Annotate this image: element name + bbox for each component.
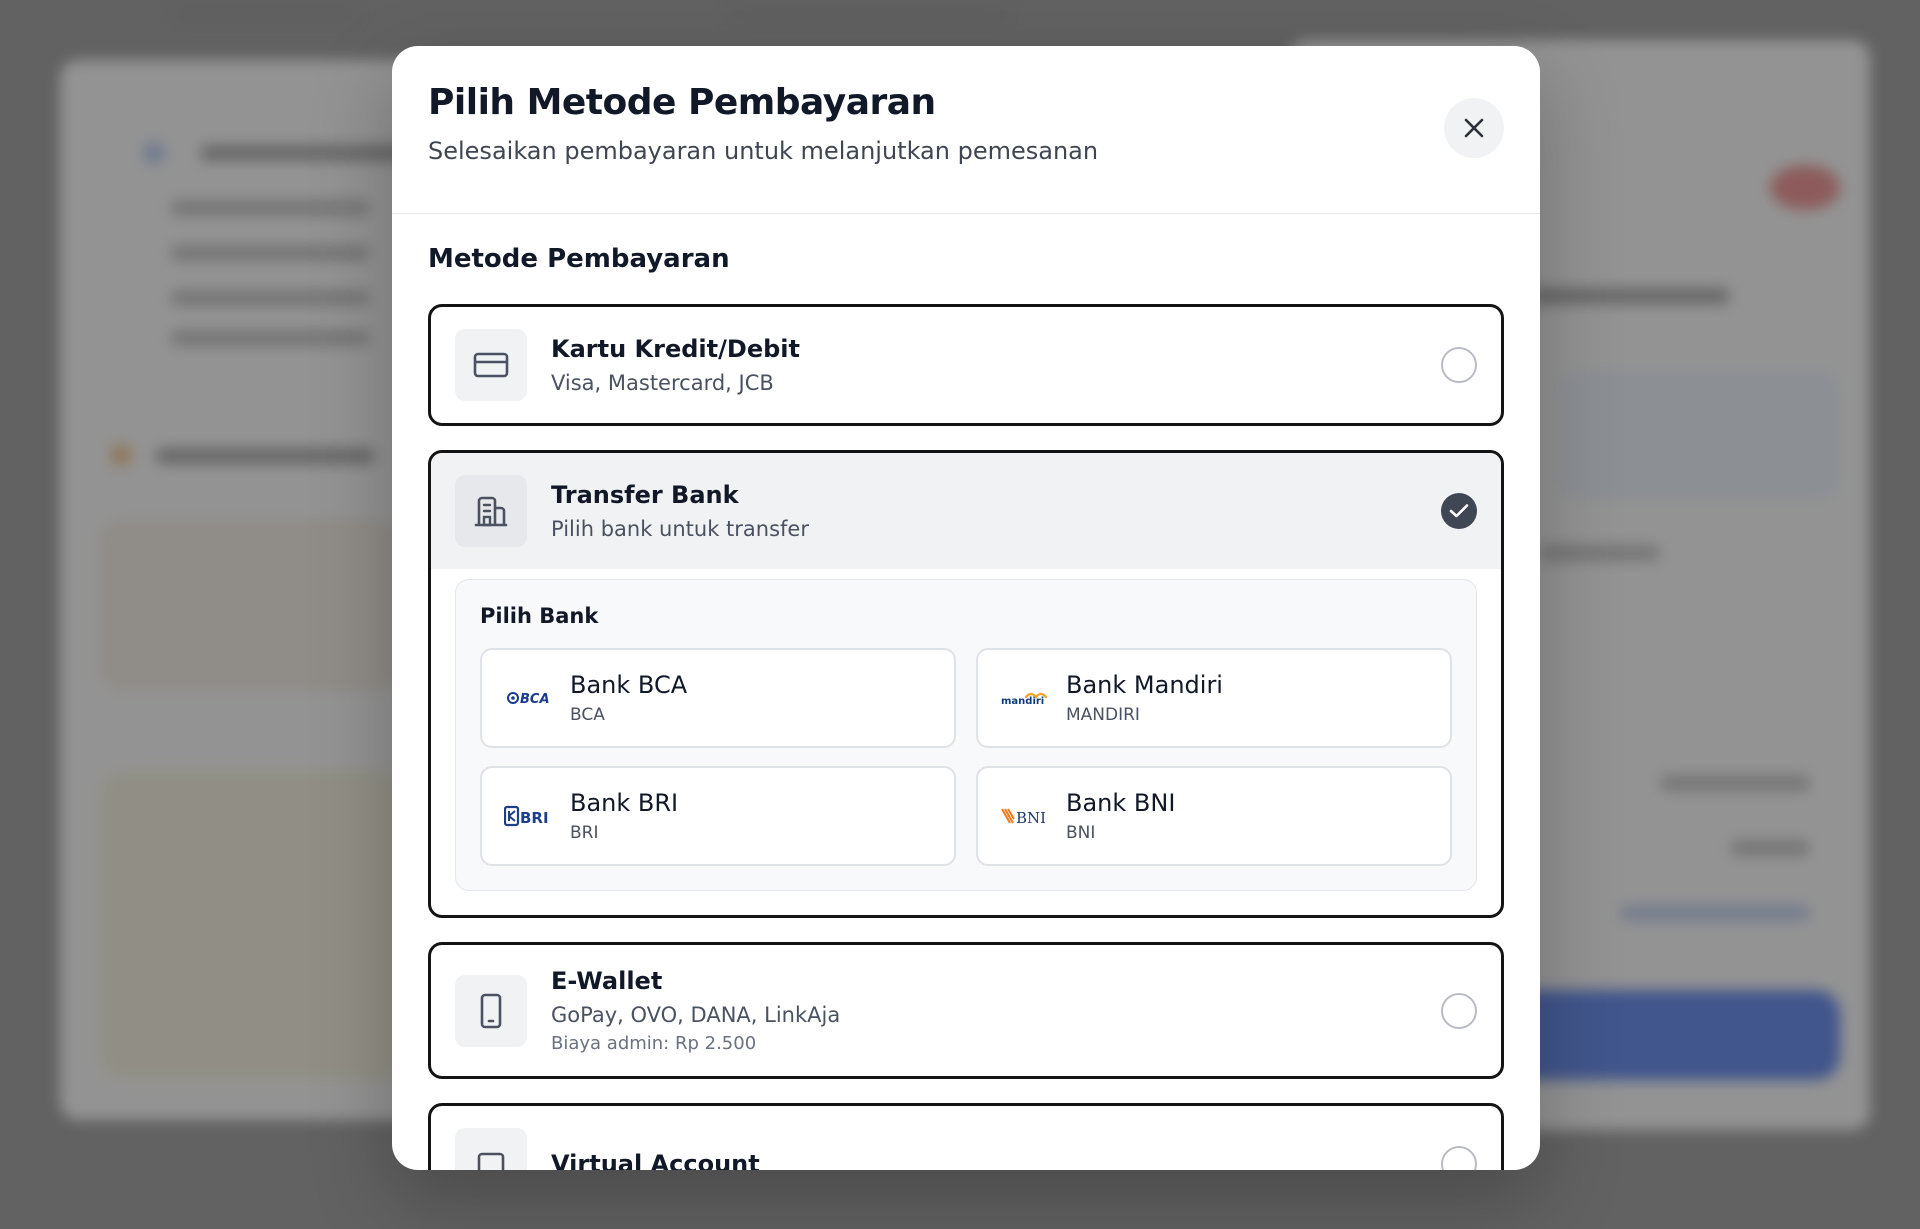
method-name: Virtual Account xyxy=(551,1150,760,1170)
bank-name: Bank Mandiri xyxy=(1066,671,1223,699)
bank-panel-title: Pilih Bank xyxy=(480,604,599,628)
bank-code: BCA xyxy=(570,705,605,725)
checkmark-icon xyxy=(1449,504,1469,518)
modal-subtitle: Selesaikan pembayaran untuk melanjutkan … xyxy=(428,137,1099,165)
method-name: Transfer Bank xyxy=(551,481,739,509)
svg-text:BRI: BRI xyxy=(520,809,549,827)
bank-option-bca[interactable]: BCA Bank BCA BCA xyxy=(480,648,956,748)
modal-body: Metode Pembayaran Kartu Kredit/Debit Vis… xyxy=(392,214,1540,1170)
bank-option-bni[interactable]: BNI Bank BNI BNI xyxy=(976,766,1452,866)
method-description: Visa, Mastercard, JCB xyxy=(551,371,774,395)
method-description: Pilih bank untuk transfer xyxy=(551,517,809,541)
bank-selection-panel: Pilih Bank BCA Bank BCA BCA mandiri Bank… xyxy=(455,579,1477,891)
bank-code: BNI xyxy=(1066,823,1096,843)
method-description: GoPay, OVO, DANA, LinkAja xyxy=(551,1003,841,1027)
payment-method-credit-card[interactable]: Kartu Kredit/Debit Visa, Mastercard, JCB xyxy=(428,304,1504,426)
credit-card-icon xyxy=(455,329,527,401)
method-fee: Biaya admin: Rp 2.500 xyxy=(551,1033,757,1054)
method-name: Kartu Kredit/Debit xyxy=(551,335,800,363)
radio-button[interactable] xyxy=(1441,347,1477,383)
radio-button-checked[interactable] xyxy=(1441,493,1477,529)
bank-code: BRI xyxy=(570,823,599,843)
svg-text:mandiri: mandiri xyxy=(1001,696,1044,707)
bank-code: MANDIRI xyxy=(1066,705,1140,725)
bca-logo-icon: BCA xyxy=(507,692,550,707)
section-title: Metode Pembayaran xyxy=(428,244,730,274)
payment-method-bank-transfer[interactable]: Transfer Bank Pilih bank untuk transfer … xyxy=(428,450,1504,918)
bank-building-icon xyxy=(455,475,527,547)
method-name: E-Wallet xyxy=(551,967,663,995)
payment-method-virtual-account[interactable]: Virtual Account xyxy=(428,1103,1504,1170)
bni-logo-icon: BNI xyxy=(1001,808,1046,827)
bank-name: Bank BCA xyxy=(570,671,688,699)
bank-name: Bank BNI xyxy=(1066,789,1176,817)
radio-button[interactable] xyxy=(1441,992,1477,1029)
modal-header: Pilih Metode Pembayaran Selesaikan pemba… xyxy=(392,46,1540,214)
close-button[interactable] xyxy=(1444,98,1504,158)
svg-text:BCA: BCA xyxy=(520,692,550,707)
bank-option-bri[interactable]: BRI Bank BRI BRI xyxy=(480,766,956,866)
close-icon xyxy=(1464,118,1484,138)
bank-option-mandiri[interactable]: mandiri Bank Mandiri MANDIRI xyxy=(976,648,1452,748)
radio-button[interactable] xyxy=(1441,1146,1477,1170)
svg-text:BNI: BNI xyxy=(1016,809,1046,827)
bank-grid: BCA Bank BCA BCA mandiri Bank Mandiri MA… xyxy=(480,648,1452,866)
payment-method-modal: Pilih Metode Pembayaran Selesaikan pemba… xyxy=(392,46,1540,1170)
smartphone-icon xyxy=(455,974,527,1047)
bri-logo-icon: BRI xyxy=(504,805,549,827)
mandiri-logo-icon: mandiri xyxy=(1001,692,1048,707)
bank-name: Bank BRI xyxy=(570,789,679,817)
payment-method-ewallet[interactable]: E-Wallet GoPay, OVO, DANA, LinkAja Biaya… xyxy=(428,942,1504,1079)
virtual-account-icon xyxy=(455,1128,527,1170)
modal-title: Pilih Metode Pembayaran xyxy=(428,82,936,123)
